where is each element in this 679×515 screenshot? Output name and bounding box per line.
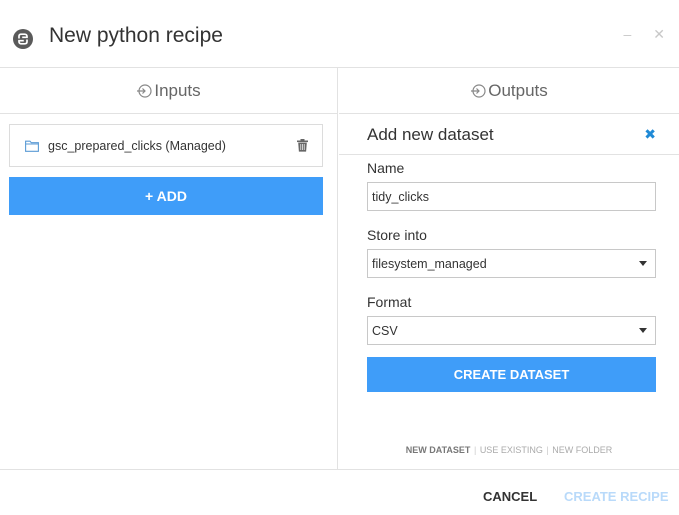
add-input-button[interactable]: + ADD: [9, 177, 323, 215]
dataset-name-input[interactable]: [367, 182, 656, 211]
inputs-header: Inputs: [0, 68, 337, 114]
cancel-button[interactable]: CANCEL: [483, 489, 537, 504]
close-new-dataset-icon[interactable]: ✖: [644, 126, 656, 143]
input-dataset-label: gsc_prepared_clicks (Managed): [48, 138, 226, 153]
new-folder-link[interactable]: NEW FOLDER: [552, 445, 612, 455]
dialog-footer: CANCEL CREATE RECIPE: [0, 469, 679, 515]
caret-down-icon: [639, 328, 647, 333]
store-into-value: filesystem_managed: [372, 256, 487, 271]
minimize-icon[interactable]: –: [623, 26, 631, 43]
outputs-title: Outputs: [488, 80, 548, 100]
trash-icon[interactable]: [297, 139, 308, 152]
format-select[interactable]: CSV: [367, 316, 656, 345]
mode-separator: |: [473, 445, 477, 455]
caret-down-icon: [639, 261, 647, 266]
store-into-select[interactable]: filesystem_managed: [367, 249, 656, 278]
window-controls: – ✕: [623, 26, 665, 43]
inputs-title: Inputs: [154, 80, 201, 100]
outputs-column: Outputs Add new dataset ✖ Name Store int…: [339, 68, 679, 469]
new-dataset-title: Add new dataset: [367, 125, 494, 144]
mode-separator: |: [546, 445, 549, 455]
dialog-title: New python recipe: [49, 24, 223, 47]
name-label: Name: [367, 160, 405, 176]
inputs-column: Inputs gsc_prepared_clicks (Managed) + A…: [0, 68, 338, 469]
close-icon[interactable]: ✕: [653, 26, 665, 43]
output-arrow-icon: [471, 83, 486, 98]
new-dataset-header: Add new dataset ✖: [339, 114, 679, 155]
format-value: CSV: [372, 323, 398, 338]
use-existing-link[interactable]: USE EXISTING: [480, 445, 543, 455]
input-dataset-item[interactable]: gsc_prepared_clicks (Managed): [9, 124, 323, 167]
format-label: Format: [367, 294, 412, 310]
new-dataset-link[interactable]: NEW DATASET: [406, 445, 471, 455]
python-icon: [13, 29, 33, 49]
output-mode-switch: NEW DATASET | USE EXISTING | NEW FOLDER: [339, 445, 679, 455]
dialog-header: New python recipe – ✕: [0, 0, 679, 68]
store-into-label: Store into: [367, 227, 427, 243]
outputs-header: Outputs: [339, 68, 679, 114]
input-arrow-icon: [137, 83, 152, 98]
create-recipe-button[interactable]: CREATE RECIPE: [564, 489, 669, 504]
create-dataset-button[interactable]: CREATE DATASET: [367, 357, 656, 392]
folder-icon: [25, 140, 39, 152]
